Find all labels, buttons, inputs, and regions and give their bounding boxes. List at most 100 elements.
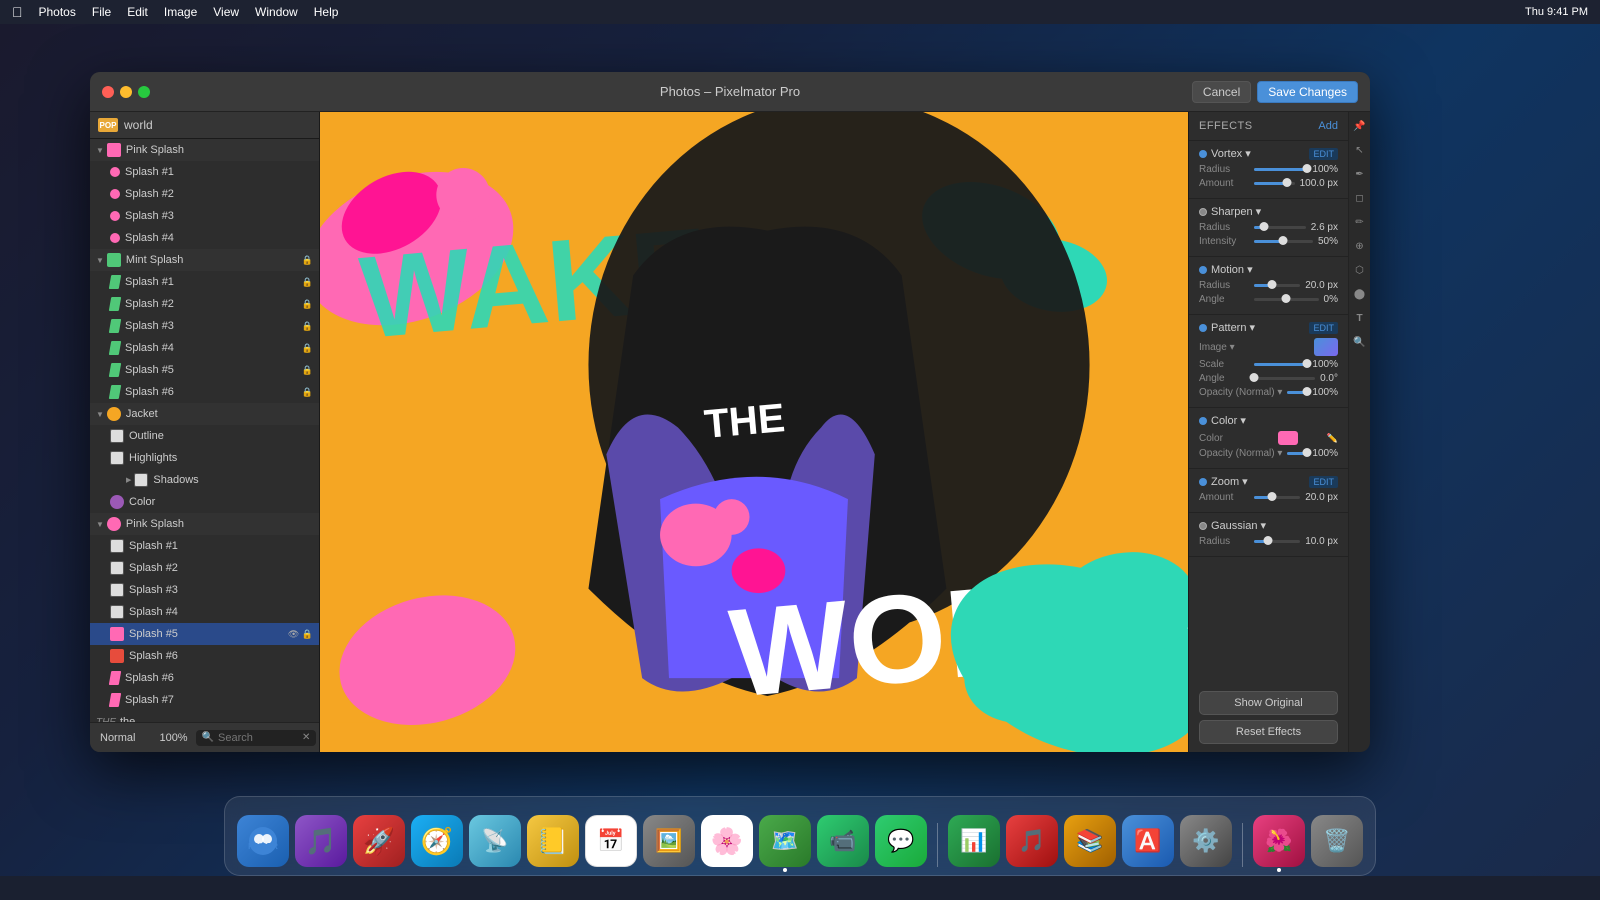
dock-photos[interactable]: 🌸 (701, 815, 753, 867)
dock-facetime[interactable]: 📹 (817, 815, 869, 867)
layer-ps2-4[interactable]: Splash #4 (90, 601, 319, 623)
dock-safari[interactable]: 🧭 (411, 815, 463, 867)
menu-help[interactable]: Help (314, 5, 339, 19)
effect-enabled-dot[interactable] (1199, 324, 1207, 332)
effect-edit-button[interactable]: EDIT (1309, 476, 1338, 488)
brush-icon[interactable]: ✏ (1350, 212, 1370, 232)
menu-edit[interactable]: Edit (127, 5, 148, 19)
layer-mint-splash-2[interactable]: Splash #2 🔒 (90, 293, 319, 315)
layer-ps2-6b[interactable]: Splash #6 (90, 667, 319, 689)
dock-messages[interactable]: 💬 (875, 815, 927, 867)
menu-view[interactable]: View (213, 5, 239, 19)
layer-color[interactable]: Color (90, 491, 319, 513)
layer-pink-splash-4[interactable]: Splash #4 (90, 227, 319, 249)
param-slider[interactable] (1254, 377, 1315, 380)
group-mint-splash[interactable]: ▼ Mint Splash 🔒 (90, 249, 319, 271)
effect-edit-button[interactable]: EDIT (1309, 148, 1338, 160)
fullscreen-button[interactable] (138, 86, 150, 98)
effect-enabled-dot[interactable] (1199, 208, 1207, 216)
group-pink-splash-2[interactable]: ▼ Pink Splash (90, 513, 319, 535)
dock-maps[interactable]: 🗺️ (759, 815, 811, 867)
layer-ps2-3[interactable]: Splash #3 (90, 579, 319, 601)
effect-name[interactable]: Motion ▾ (1211, 263, 1253, 276)
menu-photos[interactable]: Photos (39, 5, 76, 19)
pen-icon[interactable]: ✒ (1350, 164, 1370, 184)
cancel-button[interactable]: Cancel (1192, 81, 1251, 103)
dock-trash[interactable]: 🗑️ (1311, 815, 1363, 867)
param-slider[interactable] (1287, 391, 1307, 394)
param-slider[interactable] (1254, 540, 1300, 543)
text-icon[interactable]: T (1350, 308, 1370, 328)
param-slider[interactable] (1254, 168, 1307, 171)
layer-ps2-7[interactable]: Splash #7 (90, 689, 319, 711)
group-pink-splash-1[interactable]: ▼ Pink Splash (90, 139, 319, 161)
param-slider[interactable] (1254, 182, 1295, 185)
layer-mint-splash-3[interactable]: Splash #3 🔒 (90, 315, 319, 337)
dock-photos2[interactable]: 🌺 (1253, 815, 1305, 867)
dock-books[interactable]: 📚 (1064, 815, 1116, 867)
param-slider[interactable] (1254, 298, 1319, 301)
transform-icon[interactable]: ◻ (1350, 188, 1370, 208)
layer-ps2-2[interactable]: Splash #2 (90, 557, 319, 579)
apple-menu[interactable]:  (12, 4, 23, 20)
effect-name[interactable]: Zoom ▾ (1211, 475, 1248, 488)
reset-effects-button[interactable]: Reset Effects (1199, 720, 1338, 744)
layer-outline[interactable]: Outline (90, 425, 319, 447)
menu-window[interactable]: Window (255, 5, 298, 19)
param-slider[interactable] (1254, 226, 1306, 229)
effect-enabled-dot[interactable] (1199, 522, 1207, 530)
layer-ps2-1[interactable]: Splash #1 (90, 535, 319, 557)
effect-enabled-dot[interactable] (1199, 478, 1207, 486)
image-swatch[interactable] (1314, 338, 1338, 356)
pin-icon[interactable]: 📌 (1350, 116, 1370, 136)
dock-calendar[interactable]: 📅 (585, 815, 637, 867)
layer-the[interactable]: THE the (90, 711, 319, 722)
dock-music[interactable]: 🎵 (1006, 815, 1058, 867)
cursor-icon[interactable]: ↖ (1350, 140, 1370, 160)
effect-name[interactable]: Gaussian ▾ (1211, 519, 1266, 532)
dock-finder[interactable]: FINDER (237, 815, 289, 867)
color-edit-icon[interactable]: ✏️ (1327, 433, 1338, 444)
layer-pink-splash-3[interactable]: Splash #3 (90, 205, 319, 227)
stamp-icon[interactable]: ⊕ (1350, 236, 1370, 256)
dock-numbers[interactable]: 📊 (948, 815, 1000, 867)
layer-shadows[interactable]: ▶ Shadows (90, 469, 319, 491)
layer-mint-splash-4[interactable]: Splash #4 🔒 (90, 337, 319, 359)
search-input[interactable] (218, 732, 298, 744)
close-button[interactable] (102, 86, 114, 98)
layer-ps2-5[interactable]: Splash #5 👁 🔒 (90, 623, 319, 645)
dock-system-prefs[interactable]: ⚙️ (1180, 815, 1232, 867)
menu-file[interactable]: File (92, 5, 111, 19)
minimize-button[interactable] (120, 86, 132, 98)
param-slider[interactable] (1254, 284, 1300, 287)
param-slider[interactable] (1254, 240, 1313, 243)
effect-enabled-dot[interactable] (1199, 417, 1207, 425)
dock-appstore[interactable]: 🅰️ (1122, 815, 1174, 867)
group-jacket[interactable]: ▼ Jacket (90, 403, 319, 425)
layer-pink-splash-2[interactable]: Splash #2 (90, 183, 319, 205)
layer-mint-splash-5[interactable]: Splash #5 🔒 (90, 359, 319, 381)
dock-siri[interactable]: 🎵 (295, 815, 347, 867)
effect-name[interactable]: Vortex ▾ (1211, 147, 1251, 160)
layer-ps2-6a[interactable]: Splash #6 (90, 645, 319, 667)
layer-pink-splash-1[interactable]: Splash #1 (90, 161, 319, 183)
param-slider[interactable] (1254, 496, 1300, 499)
dock-notes[interactable]: 📒 (527, 815, 579, 867)
param-slider[interactable] (1287, 452, 1307, 455)
layer-highlights[interactable]: Highlights (90, 447, 319, 469)
zoom-search-icon[interactable]: 🔍 (1350, 332, 1370, 352)
effect-edit-button[interactable]: EDIT (1309, 322, 1338, 334)
save-button[interactable]: Save Changes (1257, 81, 1358, 103)
layer-mint-splash-6[interactable]: Splash #6 🔒 (90, 381, 319, 403)
fill-icon[interactable]: ⬤ (1350, 284, 1370, 304)
effect-name[interactable]: Color ▾ (1211, 414, 1246, 427)
blend-mode-select[interactable]: Normal (100, 732, 135, 744)
layers-list[interactable]: ▼ Pink Splash Splash #1 Splash #2 (90, 139, 319, 722)
menu-image[interactable]: Image (164, 5, 197, 19)
color-swatch[interactable] (1278, 431, 1298, 445)
effect-enabled-dot[interactable] (1199, 266, 1207, 274)
effects-add-button[interactable]: Add (1318, 120, 1338, 132)
color-tool-icon[interactable]: ⬡ (1350, 260, 1370, 280)
show-original-button[interactable]: Show Original (1199, 691, 1338, 715)
effect-enabled-dot[interactable] (1199, 150, 1207, 158)
